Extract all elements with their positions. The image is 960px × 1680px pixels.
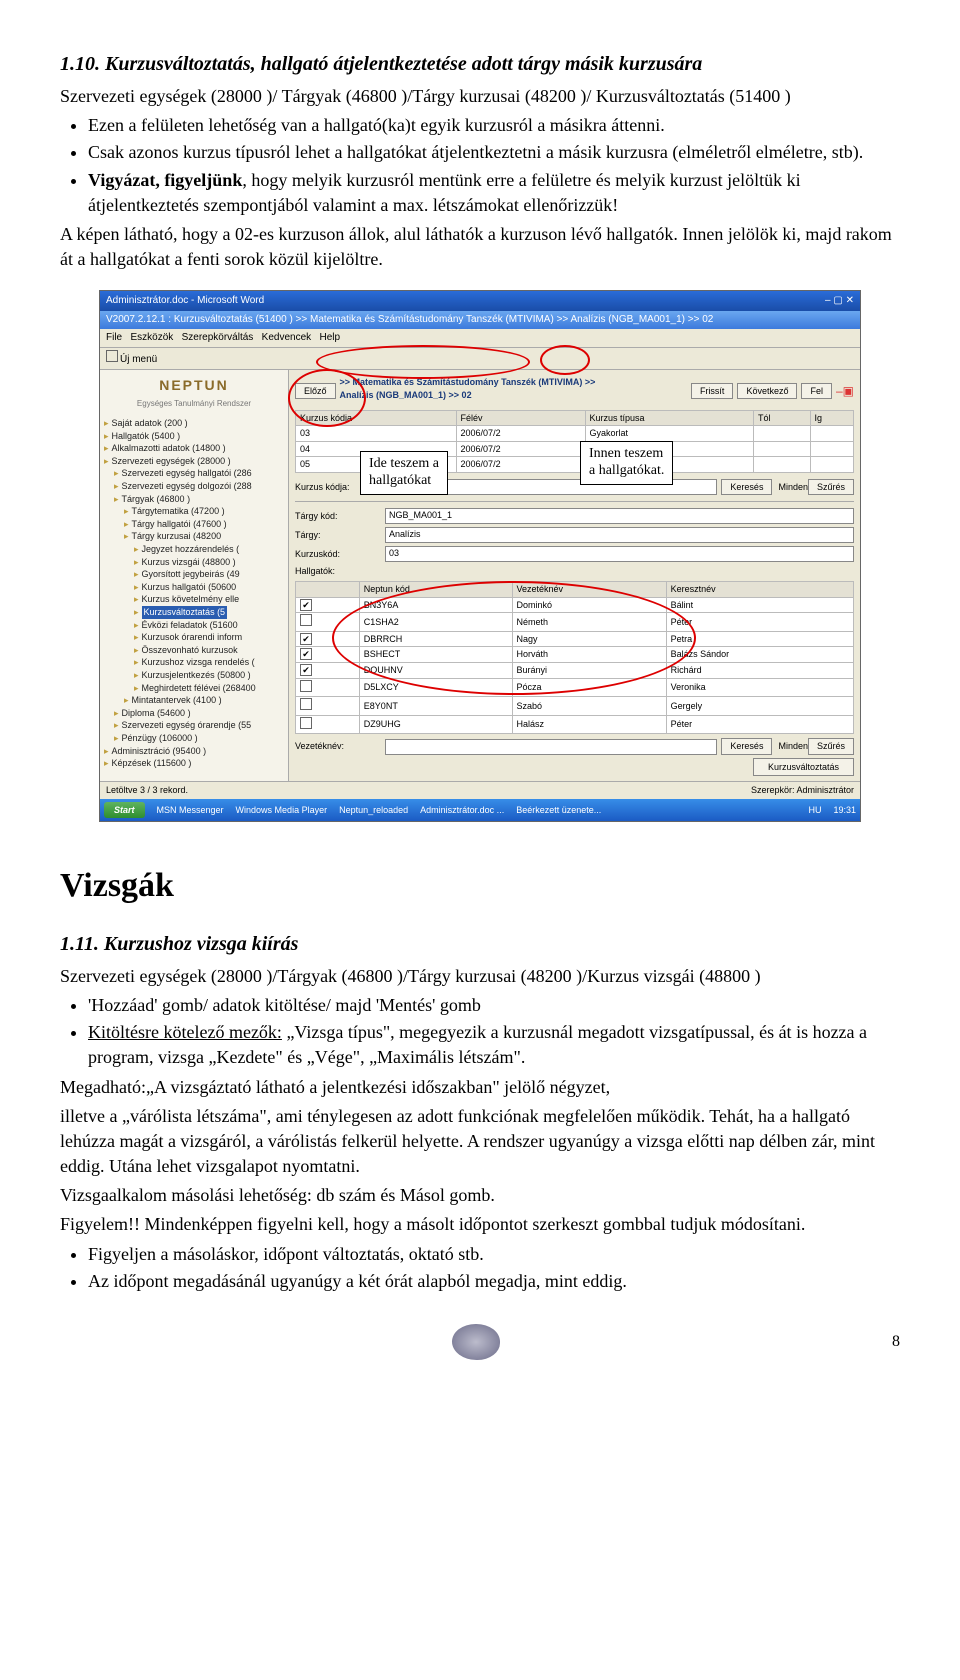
para-2-1: Megadható:„A vizsgáztató látható a jelen…	[60, 1075, 900, 1100]
neptun-logo: NEPTUN	[104, 376, 284, 396]
bullet-2-1: 'Hozzáad' gomb/ adatok kitöltése/ majd '…	[88, 993, 900, 1018]
section-1-11-heading: 1.11. Kurzushoz vizsga kiírás	[60, 930, 900, 958]
neptun-screenshot: Adminisztrátor.doc - Microsoft Word– ▢ ✕…	[99, 290, 861, 822]
search-button[interactable]: Keresés	[721, 479, 772, 496]
callout-ide-teszem: Ide teszem ahallgatókat	[360, 451, 448, 495]
bullet-2-2: Kitöltésre kötelező mezők: „Vizsga típus…	[88, 1020, 900, 1070]
ujmenu-check[interactable]: Új menü	[120, 354, 157, 365]
footer-logo-icon	[452, 1324, 500, 1360]
bullet-2: Csak azonos kurzus típusról lehet a hall…	[88, 140, 900, 165]
filter-button[interactable]: Szűrés	[808, 479, 854, 496]
bullet-1: Ezen a felületen lehetőség van a hallgat…	[88, 113, 900, 138]
app-titlebar: V2007.2.12.1 : Kurzusváltoztatás (51400 …	[100, 311, 860, 329]
bullet-2-4: Az időpont megadásánál ugyanúgy a két ór…	[88, 1269, 900, 1294]
callout-innen-teszem: Innen teszema hallgatókat.	[580, 441, 673, 485]
neptun-logo-sub: Egységes Tanulmányi Rendszer	[104, 398, 284, 409]
next-button[interactable]: Következő	[737, 383, 797, 400]
para-2-2: illetve a „várólista létszáma", ami tény…	[60, 1104, 900, 1180]
taskbar[interactable]: Start MSN Messenger Windows Media Player…	[100, 799, 860, 822]
path-1-11: Szervezeti egységek (28000 )/Tárgyak (46…	[60, 964, 900, 989]
vizsgak-heading: Vizsgák	[60, 862, 900, 910]
path-1-10: Szervezeti egységek (28000 )/ Tárgyak (4…	[60, 84, 900, 109]
lastname-label: Vezetéknév:	[295, 740, 385, 753]
start-button[interactable]: Start	[104, 802, 145, 819]
highlight-kurzus-code	[288, 369, 366, 427]
para-2-4: Figyelem!! Mindenképpen figyelni kell, h…	[60, 1212, 900, 1237]
menubar[interactable]: File Eszközök Szerepkörváltás Kedvencek …	[100, 329, 860, 348]
refresh-button[interactable]: Frissít	[691, 383, 734, 400]
word-titlebar: Adminisztrátor.doc - Microsoft Word– ▢ ✕	[100, 291, 860, 311]
status-left: Letöltve 3 / 3 rekord.	[106, 784, 188, 797]
lastname-input[interactable]	[385, 739, 717, 755]
page-number: 8	[892, 1331, 900, 1353]
section-1-10-heading: 1.10. Kurzusváltoztatás, hallgató átjele…	[60, 50, 900, 78]
highlight-students	[332, 581, 696, 695]
para-1-10: A képen látható, hogy a 02-es kurzuson á…	[60, 222, 900, 272]
kurzusvaltoztatas-button[interactable]: Kurzusváltoztatás	[753, 758, 854, 776]
bullet-3: Vigyázat, figyeljünk, hogy melyik kurzus…	[88, 168, 900, 218]
up-button[interactable]: Fel	[801, 383, 832, 400]
status-right: Szerepkör: Adminisztrátor	[751, 784, 854, 797]
sidebar-tree[interactable]: ▸Saját adatok (200 )▸Hallgatók (5400 )▸A…	[104, 417, 284, 770]
para-2-3: Vizsgaalkalom másolási lehetőség: db szá…	[60, 1183, 900, 1208]
bullet-2-3: Figyeljen a másoláskor, időpont változta…	[88, 1242, 900, 1267]
